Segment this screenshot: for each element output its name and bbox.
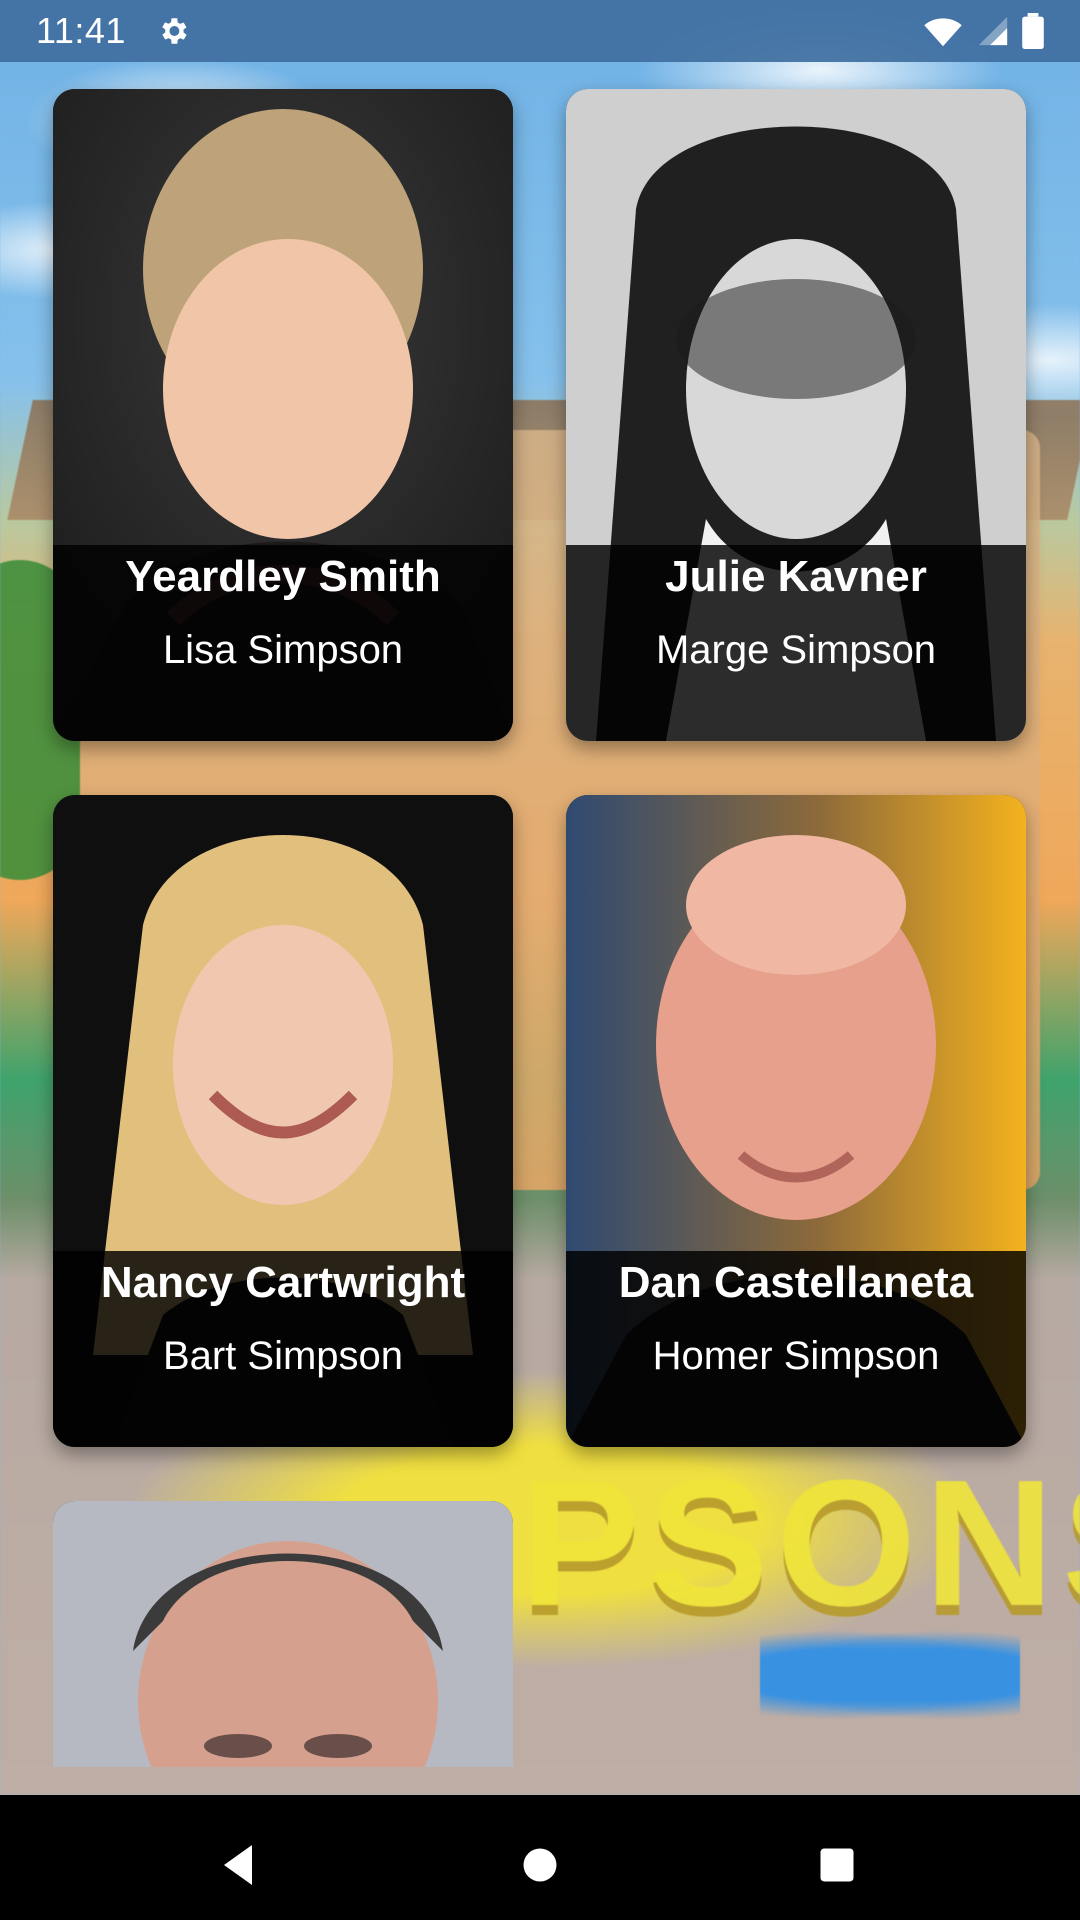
- battery-icon: [1022, 13, 1044, 49]
- actor-name: Dan Castellaneta: [618, 1258, 974, 1307]
- back-icon[interactable]: [200, 1825, 280, 1905]
- card-caption: Yeardley Smith Lisa Simpson: [53, 545, 513, 741]
- cast-grid[interactable]: Yeardley Smith Lisa Simpson Julie Kavner…: [0, 62, 1080, 1795]
- cast-card[interactable]: Nancy Cartwright Bart Simpson: [53, 795, 513, 1447]
- gear-icon: [156, 14, 190, 48]
- status-time: 11:41: [36, 10, 126, 51]
- status-bar: 11:41: [0, 0, 1080, 62]
- navigation-bar: [0, 1795, 1080, 1920]
- character-name: Lisa Simpson: [162, 628, 404, 672]
- cast-card[interactable]: [53, 1501, 513, 1767]
- character-name: Marge Simpson: [655, 628, 937, 672]
- actor-name: Nancy Cartwright: [100, 1258, 466, 1307]
- card-caption: Julie Kavner Marge Simpson: [566, 545, 1026, 741]
- cast-card[interactable]: Julie Kavner Marge Simpson: [566, 89, 1026, 741]
- card-caption: Nancy Cartwright Bart Simpson: [53, 1251, 513, 1447]
- status-icons: [922, 13, 1044, 49]
- card-caption: Dan Castellaneta Homer Simpson: [566, 1251, 1026, 1447]
- character-name: Homer Simpson: [652, 1334, 940, 1378]
- signal-icon: [976, 14, 1010, 48]
- actor-name: Yeardley Smith: [125, 552, 441, 601]
- recents-icon[interactable]: [797, 1825, 877, 1905]
- cast-card[interactable]: Yeardley Smith Lisa Simpson: [53, 89, 513, 741]
- actor-photo: [53, 1501, 513, 1767]
- cast-card[interactable]: Dan Castellaneta Homer Simpson: [566, 795, 1026, 1447]
- home-icon[interactable]: [500, 1825, 580, 1905]
- actor-name: Julie Kavner: [665, 552, 927, 601]
- wifi-icon: [922, 14, 964, 48]
- character-name: Bart Simpson: [162, 1334, 404, 1378]
